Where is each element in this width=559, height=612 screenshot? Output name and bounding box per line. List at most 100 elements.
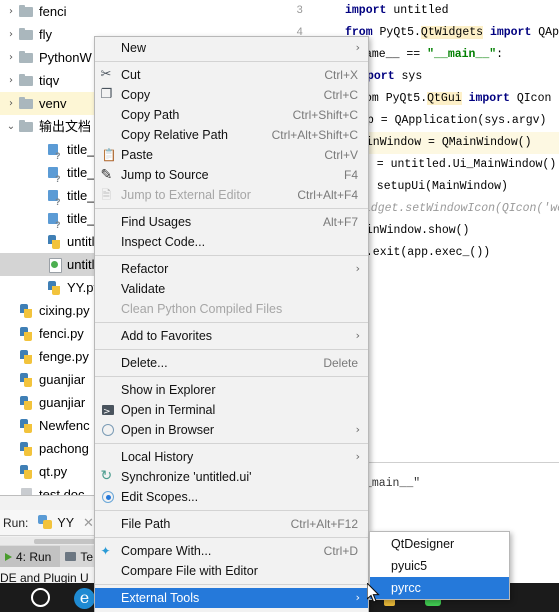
globe-icon bbox=[95, 420, 121, 440]
submenu-chevron-icon: › bbox=[355, 450, 360, 463]
menu-item-copy-path[interactable]: Copy Path Ctrl+Shift+C bbox=[95, 105, 368, 125]
menu-separator bbox=[95, 510, 368, 511]
menu-item-delete[interactable]: Delete... Delete bbox=[95, 353, 368, 373]
menu-item-label: External Tools bbox=[121, 591, 200, 605]
menu-item-copy[interactable]: Copy Ctrl+C bbox=[95, 85, 368, 105]
menu-item-clean-python-compiled-files: Clean Python Compiled Files bbox=[95, 299, 368, 319]
folder-icon bbox=[18, 95, 35, 112]
menu-item-label: File Path bbox=[121, 517, 171, 531]
menu-item-label: Add to Favorites bbox=[121, 329, 213, 343]
run-config-chip[interactable]: YY ✕ bbox=[38, 515, 94, 531]
menu-item-label: Validate bbox=[121, 282, 166, 296]
menu-item-shortcut: F4 bbox=[343, 168, 358, 182]
menu-item-edit-scopes[interactable]: Edit Scopes... bbox=[95, 487, 368, 507]
pycharm-window: ›fenci›fly›PythonW›tiqv›venv⌄输出文档title_t… bbox=[0, 0, 559, 612]
menu-separator bbox=[95, 443, 368, 444]
menu-item-new[interactable]: New › bbox=[95, 38, 368, 58]
line-number: 3 bbox=[296, 5, 303, 17]
menu-item-label: New bbox=[121, 41, 147, 55]
python-file-icon bbox=[18, 394, 35, 411]
folder-icon bbox=[18, 3, 35, 20]
menu-item-label: Inspect Code... bbox=[121, 235, 206, 249]
menu-item-validate[interactable]: Validate bbox=[95, 279, 368, 299]
menu-item-synchronize-untitled-ui[interactable]: Synchronize 'untitled.ui' bbox=[95, 466, 368, 487]
submenu-chevron-icon: › bbox=[355, 41, 360, 54]
menu-item-show-in-explorer[interactable]: Show in Explorer bbox=[95, 380, 368, 400]
tree-item-label: fly bbox=[39, 27, 52, 42]
menu-item-paste[interactable]: Paste Ctrl+V bbox=[95, 145, 368, 165]
title-file-icon bbox=[46, 187, 63, 214]
menu-item-label: Copy Path bbox=[121, 108, 180, 122]
close-icon[interactable]: ✕ bbox=[83, 515, 94, 531]
edge-icon[interactable]: e bbox=[74, 588, 95, 609]
context-menu[interactable]: New › Cut Ctrl+X Copy Ctrl+C Copy Path Ctrl+Shi… bbox=[94, 36, 369, 612]
menu-item-local-history[interactable]: Local History › bbox=[95, 447, 368, 467]
tree-item-label: untitl bbox=[67, 234, 95, 249]
menu-item-label: Jump to Source bbox=[121, 168, 209, 182]
python-file-icon bbox=[18, 463, 35, 480]
menu-item-jump-to-source[interactable]: Jump to Source F4 bbox=[95, 165, 368, 185]
external-editor-icon bbox=[95, 185, 121, 205]
submenu-chevron-icon: › bbox=[355, 591, 360, 604]
python-file-icon bbox=[18, 348, 35, 365]
title-file-icon bbox=[46, 210, 63, 237]
submenu-item-qtdesigner[interactable]: QtDesigner bbox=[370, 533, 509, 555]
folder-icon bbox=[18, 49, 35, 66]
doc-file-icon bbox=[18, 486, 35, 495]
chevron-toggle-icon[interactable]: › bbox=[4, 0, 18, 23]
external-editor-icon bbox=[102, 185, 115, 205]
folder-icon bbox=[18, 118, 35, 135]
tool-tab-run-label: 4: Run bbox=[16, 549, 52, 564]
submenu-item-pyrcc[interactable]: pyrcc bbox=[370, 577, 509, 599]
title-file-icon bbox=[46, 141, 63, 168]
menu-item-label: Delete... bbox=[121, 356, 168, 370]
submenu-item-pyuic5[interactable]: pyuic5 bbox=[370, 555, 509, 577]
external-tools-submenu[interactable]: QtDesigner pyuic5 pyrcc bbox=[369, 531, 510, 600]
terminal-icon bbox=[95, 400, 121, 422]
menu-item-compare-with[interactable]: Compare With... Ctrl+D bbox=[95, 541, 368, 561]
menu-separator bbox=[95, 255, 368, 256]
menu-separator bbox=[95, 61, 368, 62]
tree-item-label: test.doc bbox=[39, 487, 85, 495]
menu-item-inspect-code[interactable]: Inspect Code... bbox=[95, 232, 368, 252]
menu-item-shortcut: Ctrl+X bbox=[324, 68, 358, 82]
menu-item-label: Open in Terminal bbox=[121, 403, 216, 417]
menu-item-refactor[interactable]: Refactor › bbox=[95, 259, 368, 279]
menu-item-compare-file-with-editor[interactable]: Compare File with Editor bbox=[95, 561, 368, 581]
tree-item-label: 输出文档 bbox=[39, 119, 92, 134]
menu-item-open-in-terminal[interactable]: Open in Terminal bbox=[95, 400, 368, 422]
menu-item-label: Copy bbox=[121, 88, 151, 102]
menu-item-find-usages[interactable]: Find Usages Alt+F7 bbox=[95, 212, 368, 232]
tree-row[interactable]: › fenci bbox=[0, 0, 285, 23]
menu-item-add-to-favorites[interactable]: Add to Favorites › bbox=[95, 326, 368, 346]
menu-item-label: Find Usages bbox=[121, 215, 192, 229]
menu-item-external-tools[interactable]: External Tools › bbox=[95, 588, 368, 608]
compare-icon bbox=[101, 541, 115, 561]
scope-icon bbox=[95, 487, 121, 507]
chevron-toggle-icon[interactable]: › bbox=[4, 92, 18, 115]
run-config-name: YY bbox=[57, 515, 75, 530]
pencil-icon bbox=[101, 165, 115, 185]
menu-separator bbox=[95, 376, 368, 377]
menu-item-copy-relative-path[interactable]: Copy Relative Path Ctrl+Alt+Shift+C bbox=[95, 125, 368, 145]
chevron-toggle-icon[interactable]: › bbox=[4, 46, 18, 69]
tree-item-label: fenge.py bbox=[39, 349, 89, 364]
menu-item-cut[interactable]: Cut Ctrl+X bbox=[95, 65, 368, 85]
run-play-icon bbox=[5, 552, 12, 561]
tree-item-label: qt.py bbox=[39, 464, 68, 479]
menu-item-shortcut: Ctrl+Alt+F12 bbox=[290, 517, 358, 531]
cortana-icon[interactable] bbox=[31, 588, 50, 607]
python-file-icon bbox=[18, 371, 35, 388]
chevron-toggle-icon[interactable]: › bbox=[4, 69, 18, 92]
chevron-toggle-icon[interactable]: › bbox=[4, 23, 18, 46]
menu-item-file-path[interactable]: File Path Ctrl+Alt+F12 bbox=[95, 514, 368, 534]
tool-tab-run[interactable]: 4: Run bbox=[0, 546, 61, 567]
menu-item-open-in-browser[interactable]: Open in Browser › bbox=[95, 420, 368, 440]
scope-icon bbox=[102, 491, 114, 503]
tree-item-label: untitl bbox=[67, 257, 95, 272]
menu-item-label: Create Gist... bbox=[121, 608, 368, 612]
python-file-icon bbox=[18, 417, 35, 434]
menu-item-shortcut: Delete bbox=[323, 356, 358, 370]
chevron-toggle-icon[interactable]: ⌄ bbox=[4, 115, 18, 138]
menu-item-create-gist[interactable]: Create Gist... bbox=[95, 608, 368, 612]
